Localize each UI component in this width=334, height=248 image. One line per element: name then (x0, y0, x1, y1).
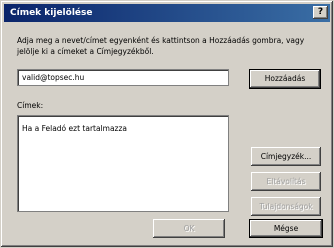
add-button[interactable]: Hozzáadás (249, 69, 321, 89)
instruction-text: Adja meg a nevet/címet egyenként és katt… (17, 36, 305, 56)
cancel-button[interactable]: Mégse (249, 219, 323, 238)
list-item[interactable]: Ha a Feladó ezt tartalmazza (22, 124, 127, 133)
remove-button[interactable]: Eltávolítás (251, 172, 321, 191)
properties-button[interactable]: Tulajdonságok (251, 197, 321, 216)
address-book-button[interactable]: Címjegyzék... (251, 147, 321, 166)
ok-button[interactable]: OK (153, 219, 225, 238)
help-button[interactable]: ? (313, 6, 328, 19)
addresses-label: Címek: (17, 101, 44, 110)
title-bar[interactable]: Címek kijelölése ? (4, 4, 330, 22)
dialog-title: Címek kijelölése (10, 8, 93, 18)
address-input[interactable] (17, 69, 229, 86)
addresses-listbox[interactable]: Ha a Feladó ezt tartalmazza (17, 115, 229, 212)
select-addresses-dialog: Címek kijelölése ? Adja meg a nevet/címe… (0, 0, 334, 248)
